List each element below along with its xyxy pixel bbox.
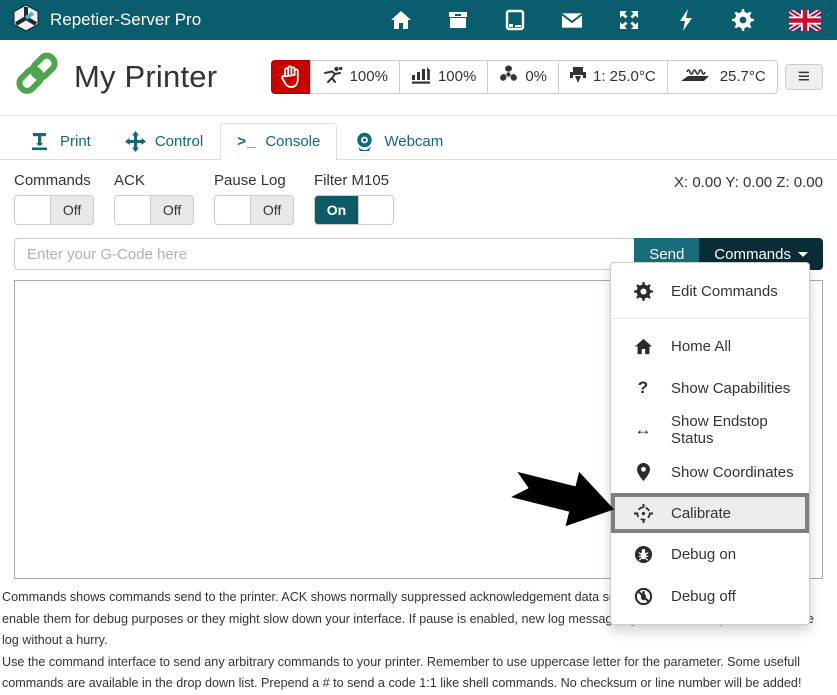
menu-item-label: Show Capabilities (671, 380, 790, 397)
bed-temp-value: 25.7°C (720, 68, 766, 85)
menu-item-label: Calibrate (671, 505, 731, 522)
menu-item-debug-on[interactable]: Debug on (611, 533, 809, 575)
console-controls: Commands Off ACK Off Pause Log Off Filte… (0, 160, 837, 225)
printer-tabs: Print Control >_ Console Web (0, 116, 837, 160)
tab-console[interactable]: >_ Console (220, 123, 337, 160)
menu-item-home-all[interactable]: Home All (611, 325, 809, 367)
crosshair-icon (632, 504, 654, 523)
speed-button[interactable]: 100% (310, 60, 400, 94)
printer-icon[interactable] (504, 9, 526, 31)
heated-bed-icon (679, 66, 713, 88)
gear-icon (632, 282, 654, 301)
toggle-commands[interactable]: Off (14, 195, 94, 225)
navbar-icons (390, 9, 821, 31)
menu-item-edit-commands[interactable]: Edit Commands (611, 270, 809, 312)
print-icon (31, 132, 51, 151)
printer-header: My Printer 100% (0, 40, 837, 116)
debug-on-icon (632, 545, 654, 564)
stop-hand-icon (280, 65, 302, 89)
position-coordinates: X: 0.00 Y: 0.00 Z: 0.00 (674, 174, 823, 191)
page-title: My Printer (74, 59, 217, 95)
power-bolt-icon[interactable] (675, 9, 697, 31)
help-paragraph-2: Use the command interface to send any ar… (2, 652, 835, 695)
webcam-icon (354, 132, 375, 152)
gcode-input[interactable] (14, 238, 634, 270)
home-icon[interactable] (390, 9, 412, 31)
question-icon: ? (632, 378, 654, 398)
fullscreen-icon[interactable] (618, 9, 640, 31)
fan-value: 0% (525, 68, 547, 85)
menu-divider (611, 318, 809, 319)
fan-icon (499, 65, 518, 88)
menu-item-label: Show Endstop Status (671, 413, 809, 447)
terminal-icon: >_ (237, 133, 256, 150)
brand-title: Repetier-Server Pro (50, 10, 201, 30)
tab-console-label: Console (265, 133, 320, 150)
toggle-filter-m105[interactable]: On (314, 195, 394, 225)
bed-temp-button[interactable]: 25.7°C (667, 60, 778, 94)
toggle-block-filter-m105: Filter M105 On (314, 172, 394, 225)
menu-item-debug-off[interactable]: Debug off (611, 575, 809, 617)
toggle-block-pause-log: Pause Log Off (214, 172, 294, 225)
move-control-icon (125, 131, 146, 152)
toggle-commands-label: Commands (14, 172, 94, 189)
toggle-ack-state: Off (150, 196, 193, 224)
extruder-icon (570, 66, 586, 88)
menu-item-show-coordinates[interactable]: Show Coordinates (611, 451, 809, 493)
speed-runner-icon (322, 66, 343, 88)
tab-webcam[interactable]: Webcam (337, 123, 460, 160)
app-logo-icon (12, 4, 40, 37)
archive-box-icon[interactable] (447, 9, 469, 31)
toggle-commands-state: Off (50, 196, 93, 224)
tab-print[interactable]: Print (14, 123, 108, 160)
toggle-pause-log[interactable]: Off (214, 195, 294, 225)
tab-control[interactable]: Control (108, 123, 220, 160)
menu-item-label: Show Coordinates (671, 464, 794, 481)
flow-button[interactable]: 100% (399, 60, 488, 94)
speed-value: 100% (350, 68, 388, 85)
toggle-filter-m105-label: Filter M105 (314, 172, 394, 189)
toggle-filter-m105-state: On (315, 196, 358, 224)
toggle-ack-label: ACK (114, 172, 194, 189)
flow-value: 100% (438, 68, 476, 85)
printer-link-icon (14, 52, 60, 101)
menu-item-label: Debug on (671, 546, 736, 563)
toggle-pause-log-label: Pause Log (214, 172, 294, 189)
extruder-temp-button[interactable]: 1: 25.0°C (558, 60, 668, 94)
home-icon (632, 338, 654, 355)
debug-off-icon (632, 587, 654, 606)
tab-control-label: Control (155, 133, 203, 150)
mail-icon[interactable] (561, 9, 583, 31)
map-pin-icon (632, 463, 654, 481)
brand[interactable]: Repetier-Server Pro (12, 4, 201, 37)
printer-status-buttons: 100% 100% 0% (271, 60, 823, 94)
menu-item-label: Debug off (671, 588, 736, 605)
printer-menu-button[interactable]: ≡ (785, 64, 823, 90)
extruder-temp-value: 1: 25.0°C (593, 68, 656, 85)
flow-bars-icon (411, 66, 431, 88)
toggle-block-commands: Commands Off (14, 172, 94, 225)
menu-item-show-endstop-status[interactable]: ↔ Show Endstop Status (611, 409, 809, 451)
commands-dropdown-menu: Edit Commands Home All ? Show Capabiliti… (610, 262, 810, 625)
toggle-ack[interactable]: Off (114, 195, 194, 225)
commands-button-label: Commands (714, 246, 791, 263)
top-navbar: Repetier-Server Pro (0, 0, 837, 40)
arrows-left-right-icon: ↔ (632, 420, 654, 440)
menu-item-label: Home All (671, 338, 731, 355)
tab-print-label: Print (60, 133, 91, 150)
toggle-block-ack: ACK Off (114, 172, 194, 225)
caret-down-icon (798, 252, 808, 257)
hamburger-icon: ≡ (798, 65, 810, 88)
toggle-pause-log-state: Off (250, 196, 293, 224)
menu-item-calibrate[interactable]: Calibrate (611, 493, 809, 533)
settings-gear-icon[interactable] (732, 9, 754, 31)
menu-item-label: Edit Commands (671, 283, 778, 300)
emergency-stop-button[interactable] (271, 60, 311, 94)
tab-webcam-label: Webcam (384, 133, 443, 150)
language-flag-icon[interactable] (789, 9, 821, 31)
menu-item-show-capabilities[interactable]: ? Show Capabilities (611, 367, 809, 409)
fan-button[interactable]: 0% (487, 60, 559, 94)
